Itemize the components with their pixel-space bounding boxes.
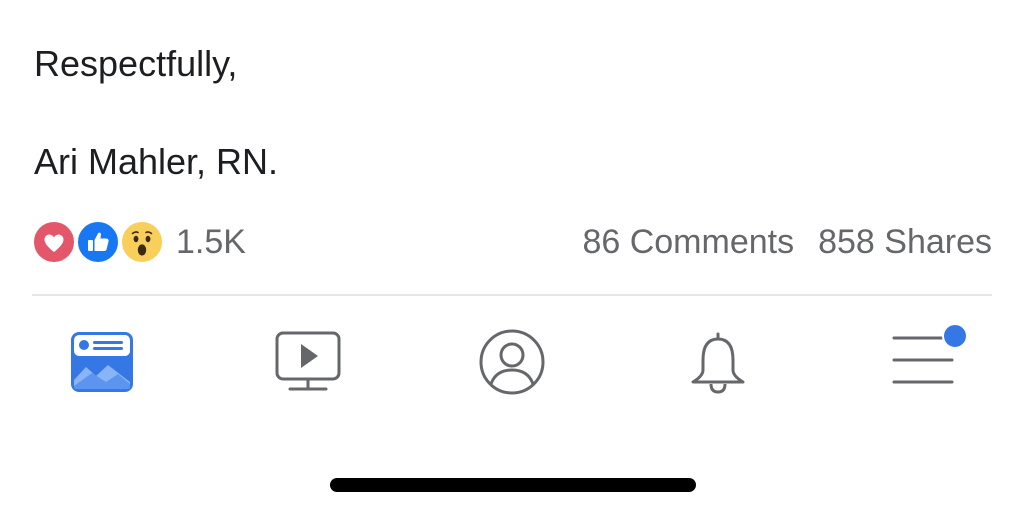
reaction-summary[interactable] [32, 220, 168, 264]
tab-menu[interactable] [882, 322, 968, 402]
shares-count-link[interactable]: 858 Shares [818, 222, 992, 262]
tab-profile[interactable] [472, 322, 552, 402]
wow-face-icon [120, 220, 164, 264]
reaction-count[interactable]: 1.5K [176, 222, 246, 262]
news-feed-icon [71, 332, 133, 392]
profile-icon [479, 329, 545, 395]
heart-love-icon [32, 220, 76, 264]
home-indicator[interactable] [330, 478, 696, 492]
tab-notifications[interactable] [678, 322, 758, 402]
bottom-tab-bar [0, 300, 1024, 424]
post-closing-text: Respectfully, [34, 43, 238, 84]
tab-news-feed[interactable] [62, 322, 142, 402]
reactions-bar: 1.5K 86 Comments 858 Shares [32, 218, 992, 266]
comments-count-link[interactable]: 86 Comments [582, 222, 794, 262]
divider [32, 294, 992, 296]
engagement-counts: 86 Comments 858 Shares [582, 222, 992, 262]
bell-icon [691, 332, 745, 394]
tab-watch[interactable] [268, 322, 348, 402]
notification-badge-dot [942, 323, 968, 349]
watch-video-icon [275, 331, 341, 391]
post-signature-text: Ari Mahler, RN. [34, 141, 279, 182]
thumbs-up-like-icon [76, 220, 120, 264]
